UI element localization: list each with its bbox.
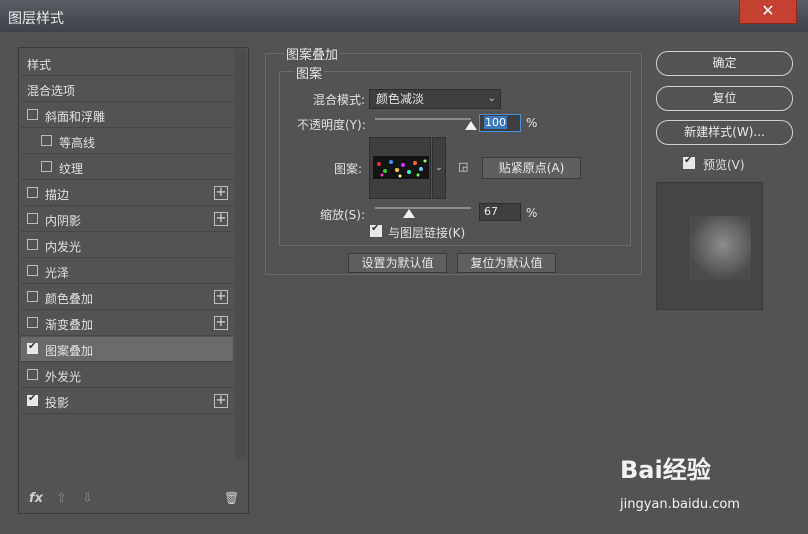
style-list-item[interactable]: 内阴影 + xyxy=(21,207,233,232)
style-checkbox[interactable] xyxy=(27,187,38,198)
add-style-icon[interactable]: + xyxy=(214,316,228,330)
subgroup-title: 图案 xyxy=(294,63,325,82)
style-list-item[interactable]: 光泽 xyxy=(21,259,233,284)
scale-percent: % xyxy=(526,206,538,220)
scale-slider-track[interactable] xyxy=(375,207,471,209)
style-list-item[interactable]: 图案叠加 xyxy=(21,337,233,362)
scale-input[interactable]: 67 xyxy=(479,203,521,221)
move-up-icon[interactable]: ⇧ xyxy=(56,491,67,506)
style-item-label: 样式 xyxy=(27,58,52,72)
chevron-down-icon: ⌄ xyxy=(487,93,496,104)
watermark-brand: Bai经验 xyxy=(620,456,711,484)
trash-icon[interactable]: 🗑 xyxy=(224,491,239,505)
style-list-item[interactable]: 内发光 xyxy=(21,233,233,258)
pattern-picker[interactable] xyxy=(369,137,431,199)
style-checkbox[interactable] xyxy=(27,239,38,250)
blend-mode-label: 混合模式: xyxy=(313,93,366,107)
snap-to-origin-button[interactable]: 贴紧原点(A) xyxy=(482,157,581,179)
style-checkbox[interactable] xyxy=(41,135,52,146)
add-style-icon[interactable]: + xyxy=(214,290,228,304)
reset-to-default-button[interactable]: 复位为默认值 xyxy=(457,253,556,273)
style-item-label: 纹理 xyxy=(59,162,84,176)
style-checkbox[interactable] xyxy=(27,213,38,224)
opacity-input[interactable]: 100 xyxy=(479,114,521,132)
new-style-button[interactable]: 新建样式(W)... xyxy=(656,120,793,145)
style-list-item[interactable]: 混合选项 xyxy=(21,77,233,102)
style-list-item[interactable]: 样式 xyxy=(21,51,233,76)
reset-button[interactable]: 复位 xyxy=(656,86,793,111)
pattern-label: 图案: xyxy=(334,162,363,176)
scale-slider-thumb[interactable] xyxy=(402,209,415,218)
pattern-swatch-image xyxy=(373,156,429,179)
style-list-item[interactable]: 等高线 xyxy=(21,129,233,154)
style-checkbox[interactable] xyxy=(27,317,38,328)
preview-label: 预览(V) xyxy=(703,158,745,172)
add-style-icon[interactable]: + xyxy=(214,394,228,408)
style-preview xyxy=(656,182,763,310)
move-down-icon[interactable]: ⇩ xyxy=(82,491,93,506)
style-item-label: 描边 xyxy=(45,188,70,202)
style-checkbox[interactable] xyxy=(27,341,38,354)
style-list-item[interactable]: 斜面和浮雕 xyxy=(21,103,233,128)
style-checkbox[interactable] xyxy=(27,109,38,120)
add-style-icon[interactable]: + xyxy=(214,186,228,200)
style-item-label: 投影 xyxy=(45,396,70,410)
make-default-button[interactable]: 设置为默认值 xyxy=(348,253,447,273)
opacity-slider-track[interactable] xyxy=(375,118,471,120)
blend-mode-value: 颜色减淡 xyxy=(376,92,425,106)
layer-style-dialog: 图层样式 ✕ 样式混合选项斜面和浮雕等高线纹理描边 + 内阴影 + 内发光光泽颜色叠加 +… xyxy=(0,0,808,534)
style-list-item[interactable]: 颜色叠加 + xyxy=(21,285,233,310)
style-list-item[interactable]: 外发光 xyxy=(21,363,233,388)
opacity-slider-thumb[interactable] xyxy=(465,121,477,130)
style-item-label: 内发光 xyxy=(45,240,82,254)
style-item-label: 光泽 xyxy=(45,266,70,280)
link-with-layer-label: 与图层链接(K) xyxy=(388,226,466,240)
style-list-item[interactable]: 纹理 xyxy=(21,155,233,180)
style-list-panel: 样式混合选项斜面和浮雕等高线纹理描边 + 内阴影 + 内发光光泽颜色叠加 + 渐变叠加 + 图案… xyxy=(18,47,249,514)
style-item-label: 等高线 xyxy=(59,136,96,150)
style-item-label: 外发光 xyxy=(45,370,82,384)
style-list-scrollbar[interactable] xyxy=(235,49,247,459)
style-item-label: 内阴影 xyxy=(45,214,82,228)
style-list-footer: fx ⇧ ⇩ 🗑 xyxy=(19,485,248,513)
style-list-item[interactable]: 描边 + xyxy=(21,181,233,206)
preview-checkbox[interactable] xyxy=(683,155,695,169)
style-item-label: 图案叠加 xyxy=(45,344,94,358)
style-checkbox[interactable] xyxy=(41,161,52,172)
style-checkbox[interactable] xyxy=(27,291,38,302)
style-checkbox[interactable] xyxy=(27,265,38,276)
style-item-label: 渐变叠加 xyxy=(45,318,94,332)
style-checkbox[interactable] xyxy=(27,369,38,380)
pattern-dropdown-arrow[interactable]: ⌄ xyxy=(432,137,446,199)
opacity-value: 100 xyxy=(484,116,507,129)
pattern-swatch xyxy=(373,156,429,179)
title-bar: 图层样式 ✕ xyxy=(0,0,808,32)
style-item-label: 颜色叠加 xyxy=(45,292,94,306)
style-item-label: 混合选项 xyxy=(27,84,76,98)
scale-label: 缩放(S): xyxy=(320,208,366,222)
blend-mode-select[interactable]: 颜色减淡 ⌄ xyxy=(369,89,501,109)
style-checkbox[interactable] xyxy=(27,393,38,406)
watermark-url: jingyan.baidu.com xyxy=(620,497,740,512)
fx-icon[interactable]: fx xyxy=(29,491,43,506)
close-button[interactable]: ✕ xyxy=(739,0,797,24)
opacity-percent: % xyxy=(526,116,538,130)
new-preset-icon[interactable]: ◲ xyxy=(458,160,468,173)
dialog-title: 图层样式 xyxy=(8,11,64,27)
group-title: 图案叠加 xyxy=(284,44,341,63)
style-item-label: 斜面和浮雕 xyxy=(45,110,106,124)
preview-thumbnail xyxy=(689,216,751,280)
style-list-item[interactable]: 渐变叠加 + xyxy=(21,311,233,336)
link-with-layer-checkbox[interactable] xyxy=(370,223,382,237)
style-list-item[interactable]: 投影 + xyxy=(21,389,233,414)
scale-value: 67 xyxy=(484,205,498,218)
opacity-label: 不透明度(Y): xyxy=(297,118,366,132)
add-style-icon[interactable]: + xyxy=(214,212,228,226)
ok-button[interactable]: 确定 xyxy=(656,51,793,76)
